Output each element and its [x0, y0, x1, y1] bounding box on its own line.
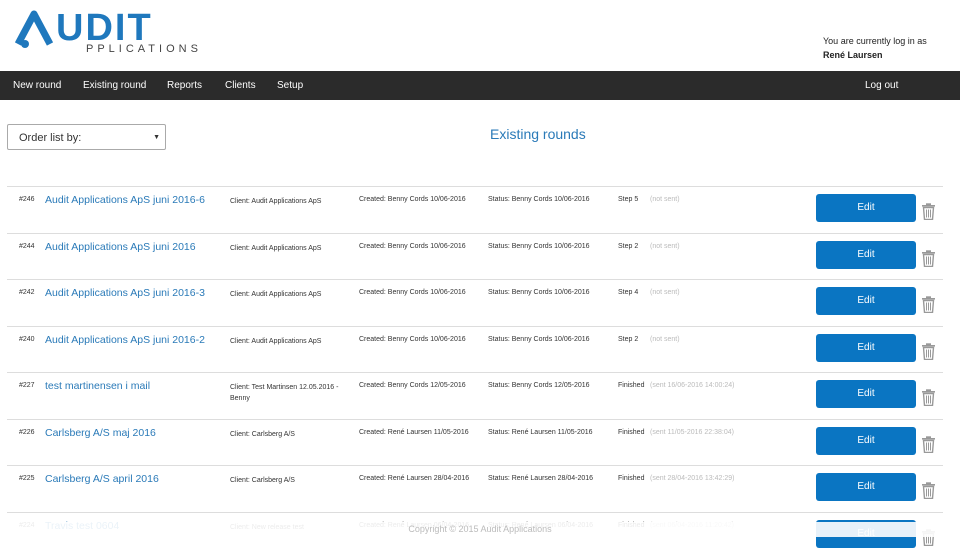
order-list-label: Order list by:	[19, 132, 81, 144]
round-created: Created: Benny Cords 10/06-2016	[359, 289, 466, 296]
round-sent-info: (not sent)	[650, 196, 680, 203]
round-created: Created: René Laursen 11/05-2016	[359, 429, 469, 436]
page-title: Existing rounds	[490, 126, 586, 142]
round-sent-info: (not sent)	[650, 336, 680, 343]
round-created: Created: Benny Cords 10/06-2016	[359, 196, 466, 203]
main-nav: New round Existing round Reports Clients…	[0, 71, 960, 100]
round-created: Created: René Laursen 28/04-2016	[359, 475, 469, 482]
round-sent-info: (sent 11/05-2016 22:38:04)	[650, 429, 734, 436]
round-sent-info: (not sent)	[650, 243, 680, 250]
trash-icon[interactable]	[921, 203, 936, 220]
user-info: You are currently log in as René Laursen	[823, 34, 927, 62]
round-row: #226 Carlsberg A/S maj 2016 Client: Carl…	[7, 419, 943, 466]
round-step: Step 4	[618, 289, 638, 296]
round-id: #246	[19, 196, 35, 203]
round-title-link[interactable]: Audit Applications ApS juni 2016-6	[45, 194, 205, 206]
footer: Copyright © 2015 Audit Applications	[0, 522, 960, 537]
round-id: #227	[19, 382, 35, 389]
round-id: #226	[19, 429, 35, 436]
header: UDIT PPLICATIONS You are currently log i…	[0, 0, 960, 71]
round-row: #227 test martinensen i mail Client: Tes…	[7, 372, 943, 419]
trash-icon[interactable]	[921, 296, 936, 313]
round-status: Status: Benny Cords 10/06-2016	[488, 243, 590, 250]
round-step: Step 2	[618, 243, 638, 250]
round-id: #240	[19, 336, 35, 343]
trash-icon[interactable]	[921, 389, 936, 406]
round-row: #242 Audit Applications ApS juni 2016-3 …	[7, 279, 943, 326]
nav-logout[interactable]: Log out	[865, 71, 898, 100]
rounds-list: #246 Audit Applications ApS juni 2016-6 …	[7, 186, 943, 558]
svg-text:PPLICATIONS: PPLICATIONS	[86, 43, 202, 55]
round-row: #244 Audit Applications ApS juni 2016 Cl…	[7, 233, 943, 280]
round-status: Status: Benny Cords 10/06-2016	[488, 289, 590, 296]
round-created: Created: Benny Cords 12/05-2016	[359, 382, 466, 389]
round-client: Client: Audit Applications ApS	[230, 336, 350, 347]
round-title-link[interactable]: Carlsberg A/S april 2016	[45, 473, 159, 485]
audit-applications-logo[interactable]: UDIT PPLICATIONS	[14, 8, 244, 58]
edit-button[interactable]: Edit	[816, 194, 916, 222]
round-status: Status: René Laursen 11/05-2016	[488, 429, 593, 436]
round-status: Status: Benny Cords 10/06-2016	[488, 336, 590, 343]
nav-setup[interactable]: Setup	[277, 71, 303, 100]
round-client: Client: Audit Applications ApS	[230, 243, 350, 254]
round-id: #225	[19, 475, 35, 482]
round-step: Finished	[618, 429, 644, 436]
toolbar: Order list by: ▼ Existing rounds	[0, 100, 960, 185]
round-sent-info: (sent 28/04-2016 13:42:29)	[650, 475, 734, 482]
round-title-link[interactable]: Carlsberg A/S maj 2016	[45, 427, 156, 439]
round-row: #246 Audit Applications ApS juni 2016-6 …	[7, 186, 943, 233]
round-step: Step 5	[618, 196, 638, 203]
nav-clients[interactable]: Clients	[225, 71, 256, 100]
trash-icon[interactable]	[921, 436, 936, 453]
round-row: #240 Audit Applications ApS juni 2016-2 …	[7, 326, 943, 373]
login-status-text: You are currently log in as	[823, 34, 927, 48]
order-list-select[interactable]: Order list by: ▼	[7, 124, 166, 150]
round-row: #225 Carlsberg A/S april 2016 Client: Ca…	[7, 465, 943, 512]
nav-reports[interactable]: Reports	[167, 71, 202, 100]
edit-button[interactable]: Edit	[816, 287, 916, 315]
edit-button[interactable]: Edit	[816, 241, 916, 269]
nav-existing-round[interactable]: Existing round	[83, 71, 146, 100]
round-step: Finished	[618, 475, 644, 482]
round-status: Status: René Laursen 28/04-2016	[488, 475, 593, 482]
round-status: Status: Benny Cords 10/06-2016	[488, 196, 590, 203]
round-client: Client: Audit Applications ApS	[230, 289, 350, 300]
round-title-link[interactable]: Audit Applications ApS juni 2016-3	[45, 287, 205, 299]
trash-icon[interactable]	[921, 343, 936, 360]
round-step: Step 2	[618, 336, 638, 343]
edit-button[interactable]: Edit	[816, 427, 916, 455]
round-title-link[interactable]: Audit Applications ApS juni 2016-2	[45, 334, 205, 346]
round-client: Client: Test Martinsen 12.05.2016 - Benn…	[230, 382, 350, 404]
round-sent-info: (sent 16/06-2016 14:00:24)	[650, 382, 734, 389]
round-created: Created: Benny Cords 10/06-2016	[359, 243, 466, 250]
round-client: Client: Carlsberg A/S	[230, 475, 350, 486]
round-id: #242	[19, 289, 35, 296]
round-title-link[interactable]: test martinensen i mail	[45, 380, 150, 392]
edit-button[interactable]: Edit	[816, 380, 916, 408]
round-step: Finished	[618, 382, 644, 389]
edit-button[interactable]: Edit	[816, 334, 916, 362]
round-id: #244	[19, 243, 35, 250]
round-title-link[interactable]: Audit Applications ApS juni 2016	[45, 241, 196, 253]
round-created: Created: Benny Cords 10/06-2016	[359, 336, 466, 343]
round-client: Client: Carlsberg A/S	[230, 429, 350, 440]
edit-button[interactable]: Edit	[816, 473, 916, 501]
trash-icon[interactable]	[921, 250, 936, 267]
caret-down-icon: ▼	[153, 125, 160, 151]
round-sent-info: (not sent)	[650, 289, 680, 296]
trash-icon[interactable]	[921, 482, 936, 499]
round-status: Status: Benny Cords 12/05-2016	[488, 382, 590, 389]
round-client: Client: Audit Applications ApS	[230, 196, 350, 207]
user-name: René Laursen	[823, 48, 927, 62]
nav-new-round[interactable]: New round	[13, 71, 61, 100]
